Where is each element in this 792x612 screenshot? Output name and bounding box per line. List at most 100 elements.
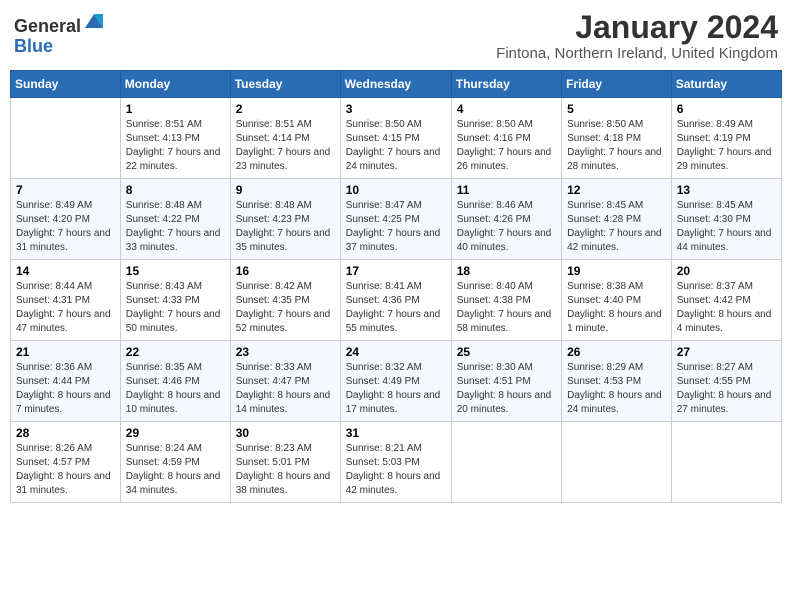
calendar-cell: 5 Sunrise: 8:50 AMSunset: 4:18 PMDaylight… xyxy=(562,98,672,179)
logo-icon xyxy=(83,10,105,32)
weekday-header-monday: Monday xyxy=(120,71,230,98)
day-detail: Sunrise: 8:50 AMSunset: 4:18 PMDaylight:… xyxy=(567,118,666,174)
day-detail: Sunrise: 8:38 AMSunset: 4:40 PMDaylight:… xyxy=(567,280,666,336)
calendar-cell: 29Sunrise: 8:24 AMSunset: 4:59 PMDayligh… xyxy=(120,422,230,503)
day-number: 27 xyxy=(677,345,776,359)
calendar-cell xyxy=(451,422,561,503)
day-number: 24 xyxy=(346,345,446,359)
calendar-cell: 20Sunrise: 8:37 AMSunset: 4:42 PMDayligh… xyxy=(671,260,781,341)
day-detail: Sunrise: 8:49 AMSunset: 4:20 PMDaylight:… xyxy=(16,199,115,255)
day-number: 5 xyxy=(567,102,666,116)
calendar-cell: 3Sunrise: 8:50 AMSunset: 4:15 PMDaylight… xyxy=(340,98,451,179)
logo-blue: Blue xyxy=(14,36,53,56)
week-row-4: 21 Sunrise: 8:36 AMSunset: 4:44 PMDayligh… xyxy=(11,341,782,422)
day-detail: Sunrise: 8:45 AMSunset: 4:30 PMDaylight:… xyxy=(677,199,776,255)
day-number: 2 xyxy=(236,102,335,116)
title-area: January 2024 Fintona, Northern Ireland, … xyxy=(496,10,778,62)
calendar-cell: 7 Sunrise: 8:49 AMSunset: 4:20 PMDaylight… xyxy=(11,179,121,260)
calendar-cell: 12 Sunrise: 8:45 AMSunset: 4:28 PMDayligh… xyxy=(562,179,672,260)
day-detail: Sunrise: 8:43 AMSunset: 4:33 PMDaylight:… xyxy=(126,280,225,336)
calendar-cell: 16 Sunrise: 8:42 AMSunset: 4:35 PMDayligh… xyxy=(230,260,340,341)
day-number: 7 xyxy=(16,183,115,197)
weekday-header-saturday: Saturday xyxy=(671,71,781,98)
day-number: 13 xyxy=(677,183,776,197)
calendar-cell: 23 Sunrise: 8:33 AMSunset: 4:47 PMDayligh… xyxy=(230,341,340,422)
day-detail: Sunrise: 8:23 AMSunset: 5:01 PMDaylight:… xyxy=(236,442,335,498)
day-detail: Sunrise: 8:42 AMSunset: 4:35 PMDaylight:… xyxy=(236,280,335,336)
day-detail: Sunrise: 8:35 AMSunset: 4:46 PMDaylight:… xyxy=(126,361,225,417)
calendar-cell xyxy=(562,422,672,503)
day-number: 6 xyxy=(677,102,776,116)
calendar-cell: 28 Sunrise: 8:26 AMSunset: 4:57 PMDayligh… xyxy=(11,422,121,503)
day-detail: Sunrise: 8:46 AMSunset: 4:26 PMDaylight:… xyxy=(457,199,556,255)
day-number: 9 xyxy=(236,183,335,197)
day-detail: Sunrise: 8:51 AMSunset: 4:14 PMDaylight:… xyxy=(236,118,335,174)
day-detail: Sunrise: 8:48 AMSunset: 4:22 PMDaylight:… xyxy=(126,199,225,255)
day-detail: Sunrise: 8:45 AMSunset: 4:28 PMDaylight:… xyxy=(567,199,666,255)
calendar-cell: 9 Sunrise: 8:48 AMSunset: 4:23 PMDaylight… xyxy=(230,179,340,260)
weekday-header-friday: Friday xyxy=(562,71,672,98)
day-number: 1 xyxy=(126,102,225,116)
day-detail: Sunrise: 8:51 AMSunset: 4:13 PMDaylight:… xyxy=(126,118,225,174)
day-number: 11 xyxy=(457,183,556,197)
day-detail: Sunrise: 8:48 AMSunset: 4:23 PMDaylight:… xyxy=(236,199,335,255)
day-number: 3 xyxy=(346,102,446,116)
day-detail: Sunrise: 8:47 AMSunset: 4:25 PMDaylight:… xyxy=(346,199,446,255)
day-number: 19 xyxy=(567,264,666,278)
calendar-cell: 18 Sunrise: 8:40 AMSunset: 4:38 PMDayligh… xyxy=(451,260,561,341)
day-detail: Sunrise: 8:49 AMSunset: 4:19 PMDaylight:… xyxy=(677,118,776,174)
weekday-header-wednesday: Wednesday xyxy=(340,71,451,98)
day-number: 25 xyxy=(457,345,556,359)
calendar-cell: 8 Sunrise: 8:48 AMSunset: 4:22 PMDaylight… xyxy=(120,179,230,260)
location-title: Fintona, Northern Ireland, United Kingdo… xyxy=(496,45,778,62)
calendar-cell: 27Sunrise: 8:27 AMSunset: 4:55 PMDayligh… xyxy=(671,341,781,422)
day-number: 21 xyxy=(16,345,115,359)
day-number: 12 xyxy=(567,183,666,197)
day-detail: Sunrise: 8:36 AMSunset: 4:44 PMDaylight:… xyxy=(16,361,115,417)
day-number: 4 xyxy=(457,102,556,116)
day-detail: Sunrise: 8:44 AMSunset: 4:31 PMDaylight:… xyxy=(16,280,115,336)
day-number: 16 xyxy=(236,264,335,278)
day-number: 23 xyxy=(236,345,335,359)
day-number: 17 xyxy=(346,264,446,278)
calendar-cell: 17Sunrise: 8:41 AMSunset: 4:36 PMDayligh… xyxy=(340,260,451,341)
weekday-header-thursday: Thursday xyxy=(451,71,561,98)
calendar-cell: 26Sunrise: 8:29 AMSunset: 4:53 PMDayligh… xyxy=(562,341,672,422)
day-number: 8 xyxy=(126,183,225,197)
calendar-cell: 22 Sunrise: 8:35 AMSunset: 4:46 PMDayligh… xyxy=(120,341,230,422)
calendar-cell: 15 Sunrise: 8:43 AMSunset: 4:33 PMDayligh… xyxy=(120,260,230,341)
calendar-cell xyxy=(671,422,781,503)
calendar-table: SundayMondayTuesdayWednesdayThursdayFrid… xyxy=(10,70,782,503)
day-number: 10 xyxy=(346,183,446,197)
day-number: 18 xyxy=(457,264,556,278)
week-row-1: 1 Sunrise: 8:51 AMSunset: 4:13 PMDaylight… xyxy=(11,98,782,179)
calendar-cell: 30Sunrise: 8:23 AMSunset: 5:01 PMDayligh… xyxy=(230,422,340,503)
day-detail: Sunrise: 8:40 AMSunset: 4:38 PMDaylight:… xyxy=(457,280,556,336)
day-detail: Sunrise: 8:30 AMSunset: 4:51 PMDaylight:… xyxy=(457,361,556,417)
weekday-header-row: SundayMondayTuesdayWednesdayThursdayFrid… xyxy=(11,71,782,98)
month-title: January 2024 xyxy=(496,10,778,45)
day-detail: Sunrise: 8:32 AMSunset: 4:49 PMDaylight:… xyxy=(346,361,446,417)
calendar-cell: 1 Sunrise: 8:51 AMSunset: 4:13 PMDaylight… xyxy=(120,98,230,179)
calendar-cell: 21 Sunrise: 8:36 AMSunset: 4:44 PMDayligh… xyxy=(11,341,121,422)
calendar-cell: 6 Sunrise: 8:49 AMSunset: 4:19 PMDaylight… xyxy=(671,98,781,179)
day-number: 20 xyxy=(677,264,776,278)
logo-general: General xyxy=(14,16,81,36)
calendar-cell: 4Sunrise: 8:50 AMSunset: 4:16 PMDaylight… xyxy=(451,98,561,179)
page-header: General Blue January 2024 Fintona, North… xyxy=(10,10,782,62)
calendar-cell: 14Sunrise: 8:44 AMSunset: 4:31 PMDayligh… xyxy=(11,260,121,341)
calendar-cell: 19 Sunrise: 8:38 AMSunset: 4:40 PMDayligh… xyxy=(562,260,672,341)
calendar-cell: 25 Sunrise: 8:30 AMSunset: 4:51 PMDayligh… xyxy=(451,341,561,422)
day-detail: Sunrise: 8:33 AMSunset: 4:47 PMDaylight:… xyxy=(236,361,335,417)
day-number: 29 xyxy=(126,426,225,440)
calendar-cell: 24 Sunrise: 8:32 AMSunset: 4:49 PMDayligh… xyxy=(340,341,451,422)
day-number: 31 xyxy=(346,426,446,440)
day-number: 22 xyxy=(126,345,225,359)
day-number: 15 xyxy=(126,264,225,278)
calendar-cell: 13 Sunrise: 8:45 AMSunset: 4:30 PMDayligh… xyxy=(671,179,781,260)
day-detail: Sunrise: 8:26 AMSunset: 4:57 PMDaylight:… xyxy=(16,442,115,498)
calendar-cell xyxy=(11,98,121,179)
day-number: 28 xyxy=(16,426,115,440)
weekday-header-sunday: Sunday xyxy=(11,71,121,98)
calendar-cell: 11 Sunrise: 8:46 AMSunset: 4:26 PMDayligh… xyxy=(451,179,561,260)
